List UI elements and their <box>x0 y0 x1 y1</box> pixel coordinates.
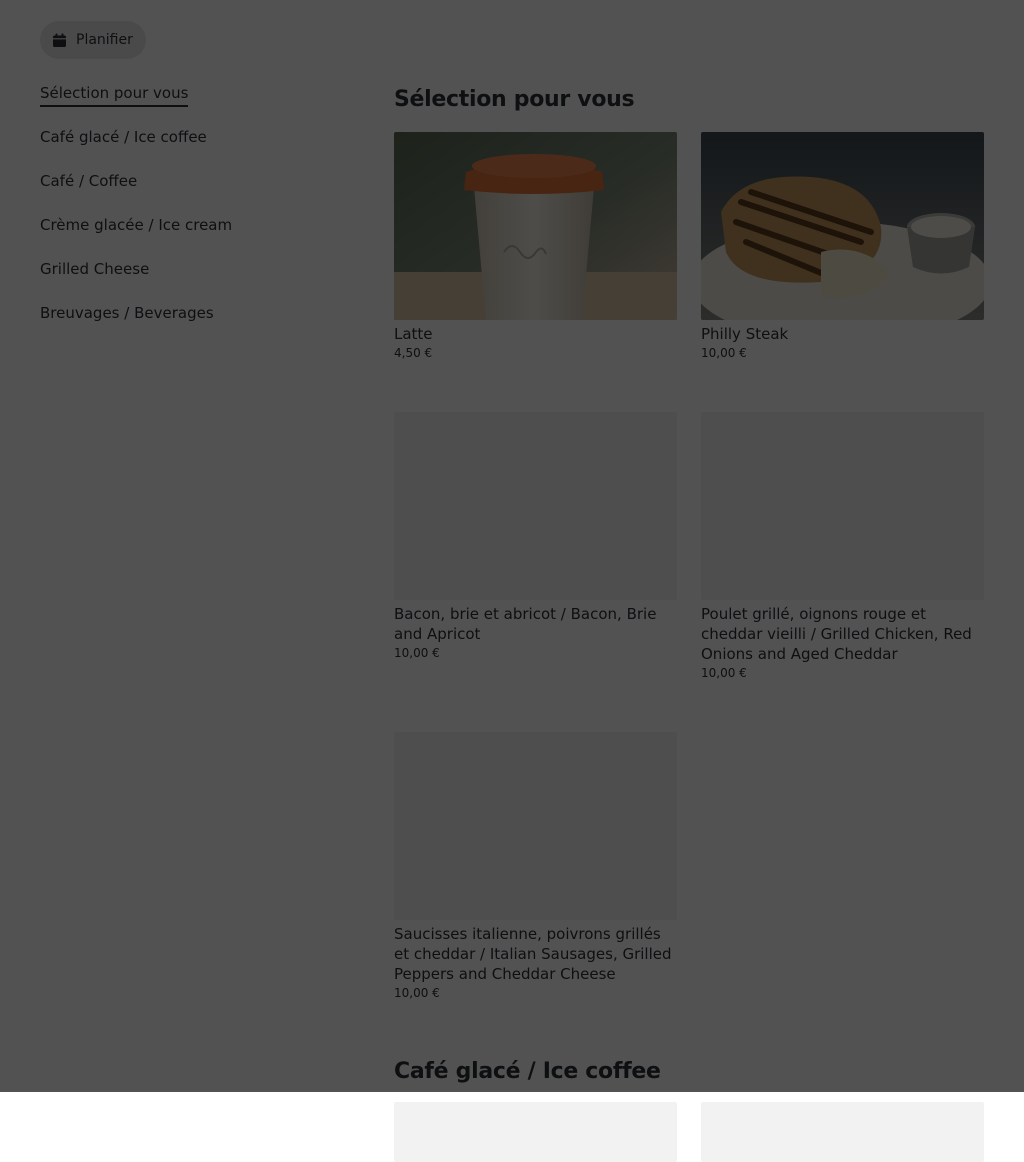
menu-item-card[interactable] <box>701 1102 984 1162</box>
menu-section: Café glacé / Ice coffee <box>394 1056 984 1162</box>
sidebar-item-grilled-cheese[interactable]: Grilled Cheese <box>40 258 340 302</box>
category-sidebar: Sélection pour vous Café glacé / Ice cof… <box>40 82 340 346</box>
item-image-placeholder <box>394 732 677 920</box>
menu-item-name: Poulet grillé, oignons rouge et cheddar … <box>701 605 972 663</box>
menu-item-price: 10,00 € <box>701 666 747 680</box>
sidebar-item-ice-coffee[interactable]: Café glacé / Ice coffee <box>40 126 340 170</box>
sidebar-item-label: Crème glacée / Ice cream <box>40 216 233 234</box>
menu-item-card[interactable]: Philly Steak 10,00 € <box>701 132 984 362</box>
menu-item-price: 10,00 € <box>701 346 747 360</box>
grilled-sandwich-photo <box>701 132 984 320</box>
calendar-icon <box>52 33 67 48</box>
sidebar-item-coffee[interactable]: Café / Coffee <box>40 170 340 214</box>
sidebar-item-beverages[interactable]: Breuvages / Beverages <box>40 302 340 346</box>
menu-item-price: 4,50 € <box>394 346 433 360</box>
menu-section: Sélection pour vous Latte 4,50 € Philly … <box>394 84 984 1002</box>
latte-cup-photo <box>394 132 677 320</box>
sidebar-item-label: Breuvages / Beverages <box>40 304 214 322</box>
item-image-placeholder <box>701 412 984 600</box>
menu-item-name: Saucisses italienne, poivrons grillés et… <box>394 925 672 983</box>
menu-item-name: Bacon, brie et abricot / Bacon, Brie and… <box>394 605 657 643</box>
menu-item-name: Philly Steak <box>701 325 789 343</box>
sidebar-item-label: Sélection pour vous <box>40 82 189 107</box>
menu-page: Planifier Sélection pour vous Café glacé… <box>0 0 1024 1162</box>
menu-item-card[interactable] <box>394 1102 677 1162</box>
section-title: Café glacé / Ice coffee <box>394 1059 661 1084</box>
menu-item-card[interactable]: Latte 4,50 € <box>394 132 677 362</box>
item-grid: Latte 4,50 € Philly Steak 10,00 € Bacon,… <box>394 132 984 1002</box>
item-grid <box>394 1102 984 1162</box>
menu-content: Sélection pour vous Latte 4,50 € Philly … <box>394 84 984 1162</box>
item-image-placeholder <box>701 1102 984 1162</box>
schedule-button-label: Planifier <box>76 32 133 48</box>
item-image-placeholder <box>394 1102 677 1162</box>
menu-item-card[interactable]: Bacon, brie et abricot / Bacon, Brie and… <box>394 412 677 682</box>
item-image-placeholder <box>394 412 677 600</box>
sidebar-item-label: Café glacé / Ice coffee <box>40 128 207 146</box>
section-title: Sélection pour vous <box>394 87 635 112</box>
sidebar-item-label: Grilled Cheese <box>40 260 150 278</box>
menu-item-card[interactable]: Saucisses italienne, poivrons grillés et… <box>394 732 677 1002</box>
schedule-button[interactable]: Planifier <box>40 21 146 59</box>
menu-item-card[interactable]: Poulet grillé, oignons rouge et cheddar … <box>701 412 984 682</box>
sidebar-item-ice-cream[interactable]: Crème glacée / Ice cream <box>40 214 340 258</box>
menu-item-price: 10,00 € <box>394 986 440 1000</box>
menu-item-name: Latte <box>394 325 433 343</box>
menu-item-price: 10,00 € <box>394 646 440 660</box>
sidebar-item-selection[interactable]: Sélection pour vous <box>40 82 340 126</box>
sidebar-item-label: Café / Coffee <box>40 172 138 190</box>
